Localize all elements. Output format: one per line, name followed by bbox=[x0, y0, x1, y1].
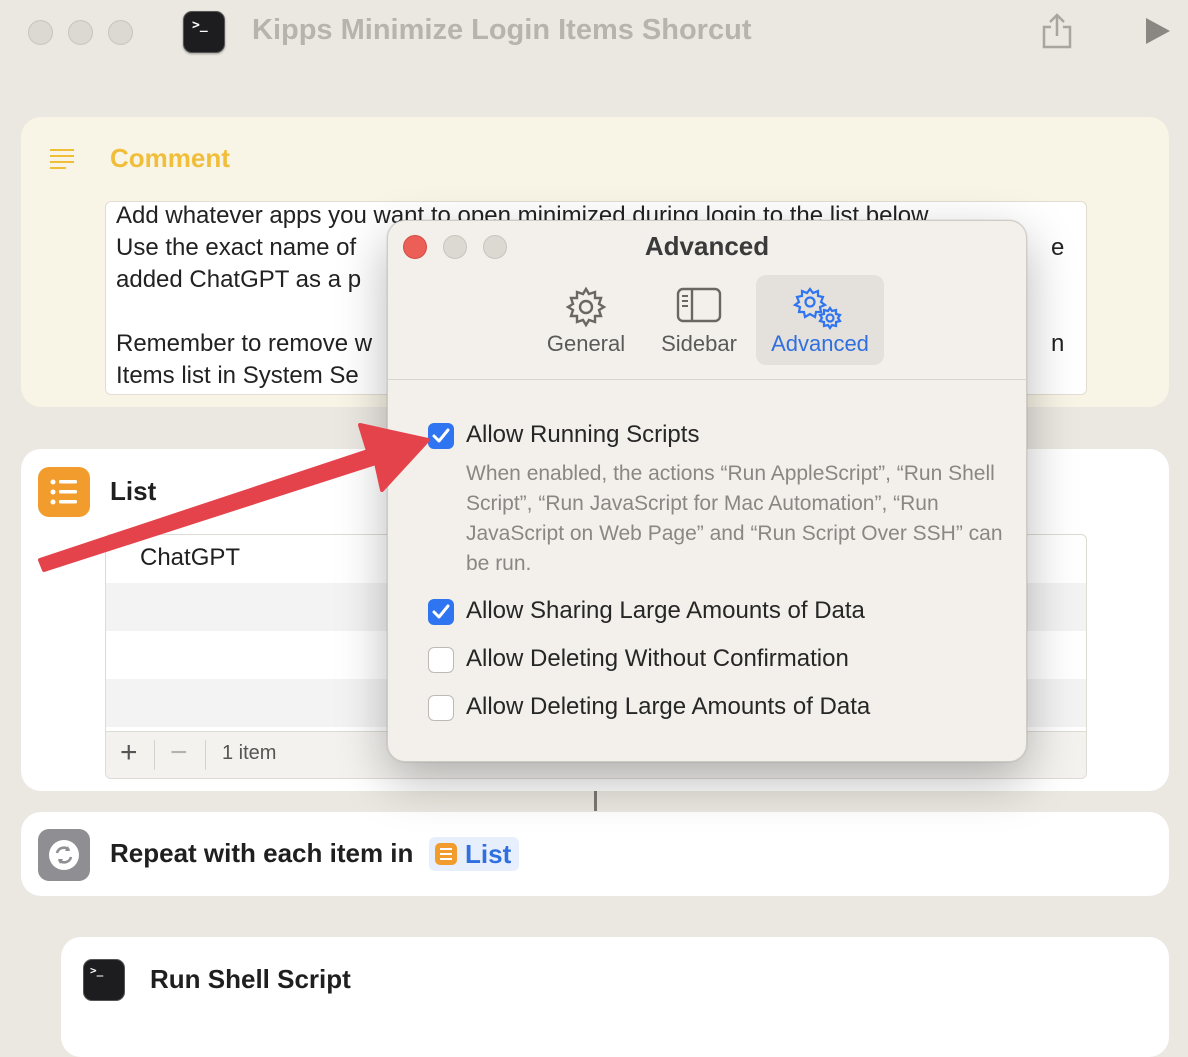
tab-sidebar[interactable]: Sidebar bbox=[648, 275, 750, 365]
run-shell-script-card[interactable]: >_ Run Shell Script bbox=[61, 937, 1169, 1057]
footer-divider bbox=[154, 740, 155, 770]
comment-line-fragment: e bbox=[1051, 234, 1065, 261]
tab-sidebar-label: Sidebar bbox=[661, 331, 737, 356]
footer-divider bbox=[205, 740, 206, 770]
list-item-label[interactable]: ChatGPT bbox=[140, 544, 240, 572]
action-connector bbox=[594, 791, 597, 811]
allow-running-scripts-label[interactable]: Allow Running Scripts bbox=[466, 421, 699, 449]
allow-running-scripts-checkbox[interactable] bbox=[428, 423, 454, 449]
comment-line: added ChatGPT as a p bbox=[116, 266, 362, 293]
terminal-glyph: >_ bbox=[90, 964, 104, 977]
run-play-icon[interactable] bbox=[1144, 16, 1172, 46]
text-lines-icon bbox=[50, 149, 74, 169]
allow-deleting-large-data-label[interactable]: Allow Deleting Large Amounts of Data bbox=[466, 693, 870, 721]
remove-item-button[interactable]: − bbox=[170, 736, 188, 770]
share-icon[interactable] bbox=[1040, 12, 1074, 50]
list-title: List bbox=[110, 476, 157, 506]
comment-line: Use the exact name of bbox=[116, 234, 357, 261]
repeat-icon bbox=[38, 829, 90, 881]
list-token-label: List bbox=[465, 839, 512, 869]
running-scripts-description: When enabled, the actions “Run AppleScri… bbox=[466, 462, 1003, 575]
gear-icon bbox=[565, 286, 607, 328]
item-count: 1 item bbox=[222, 742, 277, 764]
shell-title: Run Shell Script bbox=[150, 964, 351, 994]
repeat-action-card[interactable]: Repeat with each item in List bbox=[21, 812, 1169, 896]
tab-general[interactable]: General bbox=[532, 275, 640, 365]
list-icon bbox=[38, 467, 90, 517]
advanced-settings-window: Advanced General Sidebar Advanced Allow … bbox=[387, 220, 1027, 762]
list-variable-token[interactable]: List bbox=[429, 837, 520, 871]
gears-icon bbox=[792, 287, 842, 330]
tab-general-label: General bbox=[546, 331, 626, 356]
allow-sharing-large-data-label[interactable]: Allow Sharing Large Amounts of Data bbox=[466, 597, 865, 625]
comment-line-fragment: n bbox=[1051, 330, 1065, 357]
add-item-button[interactable]: + bbox=[120, 736, 138, 770]
allow-deleting-without-confirmation-checkbox[interactable] bbox=[428, 647, 454, 673]
window-title: Kipps Minimize Login Items Shorcut bbox=[252, 14, 752, 46]
terminal-icon: >_ bbox=[83, 959, 125, 1001]
minimize-window-button[interactable] bbox=[68, 20, 93, 45]
comment-line: Remember to remove w bbox=[116, 330, 373, 357]
close-window-button[interactable] bbox=[28, 20, 53, 45]
zoom-window-button[interactable] bbox=[108, 20, 133, 45]
comment-title: Comment bbox=[110, 143, 230, 173]
allow-sharing-large-data-checkbox[interactable] bbox=[428, 599, 454, 625]
list-icon bbox=[435, 843, 457, 865]
allow-deleting-without-confirmation-label[interactable]: Allow Deleting Without Confirmation bbox=[466, 645, 849, 673]
dialog-divider bbox=[388, 379, 1026, 380]
tab-advanced[interactable]: Advanced bbox=[756, 275, 884, 365]
comment-line: Items list in System Se bbox=[116, 362, 359, 389]
repeat-label: Repeat with each item in bbox=[110, 838, 414, 868]
terminal-glyph: >_ bbox=[192, 18, 208, 33]
sidebar-icon bbox=[676, 287, 722, 323]
allow-deleting-large-data-checkbox[interactable] bbox=[428, 695, 454, 721]
tab-advanced-label: Advanced bbox=[771, 331, 869, 356]
dialog-title: Advanced bbox=[644, 231, 770, 261]
terminal-app-icon: >_ bbox=[183, 11, 225, 53]
